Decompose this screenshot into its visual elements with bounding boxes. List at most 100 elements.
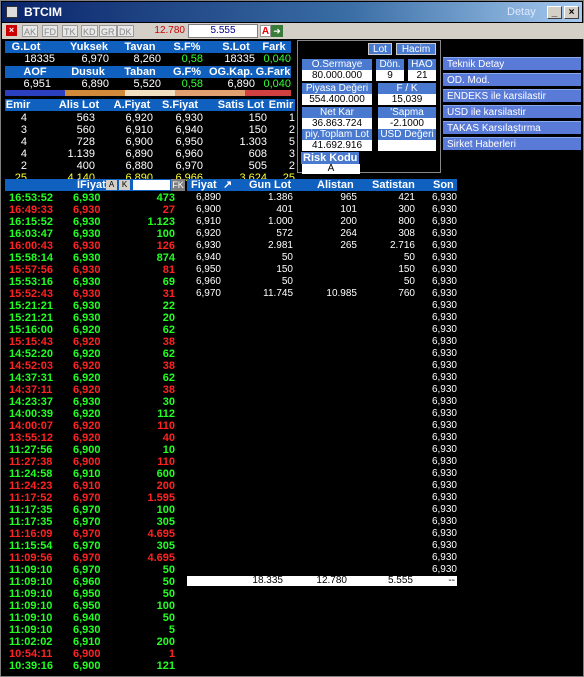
- trade-row[interactable]: 15:15:43 6,920 38: [5, 336, 185, 348]
- trade-row[interactable]: 15:53:16 6,930 69: [5, 276, 185, 288]
- trade-price: 6,930: [73, 216, 101, 228]
- trades-filter-k[interactable]: K: [119, 180, 130, 190]
- price-depth-header: Fiyat ↗ Gun Lot Alistan Satistan Son: [187, 179, 457, 191]
- trade-row[interactable]: 16:03:47 6,930 100: [5, 228, 185, 240]
- menu-od-mod[interactable]: OD. Mod.: [443, 73, 581, 86]
- price-depth-row[interactable]: 6,950 150 150 6,930: [187, 264, 457, 276]
- hdr-dusuk: Dusuk: [71, 66, 105, 78]
- tab-fd[interactable]: FD: [42, 25, 58, 37]
- trade-time: 11:17:35: [9, 516, 53, 528]
- trade-row[interactable]: 16:00:43 6,930 126: [5, 240, 185, 252]
- hacim-button[interactable]: Hacim: [396, 43, 436, 55]
- close-icon[interactable]: ×: [564, 6, 579, 19]
- trade-price: 6,970: [73, 528, 101, 540]
- price-depth-row[interactable]: 6,920 572 264 308 6,930: [187, 228, 457, 240]
- tab-ak[interactable]: AK: [22, 25, 39, 37]
- price-depth-row[interactable]: 6,960 50 50 6,930: [187, 276, 457, 288]
- trade-row[interactable]: 15:58:14 6,930 874: [5, 252, 185, 264]
- trade-row[interactable]: 11:27:56 6,900 10: [5, 444, 185, 456]
- trade-row[interactable]: 15:16:00 6,920 62: [5, 324, 185, 336]
- trade-row[interactable]: 11:09:10 6,930 5: [5, 624, 185, 636]
- title-bar[interactable]: BTCIM Detay _ ×: [2, 2, 582, 22]
- trade-row[interactable]: 11:09:10 6,950 50: [5, 588, 185, 600]
- total-son: --: [448, 575, 455, 586]
- price-depth-row[interactable]: 6,910 1.000 200 800 6,930: [187, 216, 457, 228]
- trade-row[interactable]: 14:52:20 6,920 62: [5, 348, 185, 360]
- trade-row[interactable]: 16:53:52 6,930 473: [5, 192, 185, 204]
- val-dusuk: 6,890: [81, 78, 109, 90]
- trade-row[interactable]: 11:15:54 6,970 305: [5, 540, 185, 552]
- trade-row[interactable]: 11:09:56 6,970 4.695: [5, 552, 185, 564]
- menu-endeks[interactable]: ENDEKS ile karsilastir: [443, 89, 581, 102]
- trade-row[interactable]: 10:54:11 6,900 1: [5, 648, 185, 660]
- trade-row[interactable]: 14:00:07 6,920 110: [5, 420, 185, 432]
- price-depth-cell: 760: [398, 288, 415, 299]
- trade-row[interactable]: 14:00:39 6,920 112: [5, 408, 185, 420]
- depth-top-cell: 6,950: [175, 136, 203, 148]
- trade-row[interactable]: 14:37:11 6,920 38: [5, 384, 185, 396]
- price-depth-row[interactable]: 6,970 11.745 10.985 760 6,930: [187, 288, 457, 300]
- toplam-label: piy.Toplam Lot: [302, 129, 372, 140]
- alert-button[interactable]: A: [260, 25, 271, 37]
- price-depth-cell: 800: [398, 216, 415, 227]
- trade-lot: 305: [156, 516, 175, 528]
- trade-row[interactable]: 11:17:52 6,970 1.595: [5, 492, 185, 504]
- trade-row[interactable]: 11:16:09 6,970 4.695: [5, 528, 185, 540]
- tab-tk[interactable]: TK: [62, 25, 78, 37]
- trade-row[interactable]: 13:55:12 6,920 40: [5, 432, 185, 444]
- trade-row[interactable]: 15:21:21 6,930 20: [5, 312, 185, 324]
- price-depth-cell: 265: [340, 240, 357, 251]
- go-arrow-icon[interactable]: ➜: [271, 25, 283, 37]
- menu-takas[interactable]: TAKAS Karsılaştırma: [443, 121, 581, 134]
- tab-dk[interactable]: DK: [117, 25, 134, 37]
- trade-row[interactable]: 15:52:43 6,930 31: [5, 288, 185, 300]
- trade-row[interactable]: 11:09:10 6,950 100: [5, 600, 185, 612]
- price-depth-row[interactable]: 6,890 1.386 965 421 6,930: [187, 192, 457, 204]
- netkar-value: 36.863.724: [302, 118, 372, 129]
- tab-kd[interactable]: KD: [81, 25, 98, 37]
- trade-row[interactable]: 11:02:02 6,910 200: [5, 636, 185, 648]
- son-cell: 6,930: [431, 492, 457, 503]
- lot-button[interactable]: Lot: [368, 43, 392, 55]
- trade-price: 6,930: [73, 288, 101, 300]
- trade-row[interactable]: 14:52:03 6,920 38: [5, 360, 185, 372]
- trade-row[interactable]: 15:21:21 6,930 22: [5, 300, 185, 312]
- piyasa-label: Piyasa Değeri: [302, 83, 372, 94]
- trade-row[interactable]: 11:09:10 6,970 50: [5, 564, 185, 576]
- trade-row[interactable]: 14:23:37 6,930 30: [5, 396, 185, 408]
- trades-filter-a[interactable]: A: [106, 180, 117, 190]
- price-depth-row[interactable]: 6,930 2.981 265 2.716 6,930: [187, 240, 457, 252]
- hdr-fiyat[interactable]: Fiyat: [191, 179, 217, 191]
- toplam-value: 41.692.916: [302, 140, 372, 151]
- son-cell: 6,930: [431, 540, 457, 551]
- trade-price: 6,920: [73, 420, 101, 432]
- price-depth-cell: 6,910: [195, 216, 221, 227]
- trade-row[interactable]: 10:39:16 6,900 121: [5, 660, 185, 672]
- trade-time: 14:37:31: [9, 372, 54, 384]
- quantity-field[interactable]: 5.555: [188, 24, 258, 38]
- tab-gr[interactable]: GR: [99, 25, 117, 37]
- trade-row[interactable]: 11:17:35 6,970 100: [5, 504, 185, 516]
- price-depth-row[interactable]: 6,900 401 101 300 6,930: [187, 204, 457, 216]
- trades-filter-input[interactable]: [133, 180, 170, 190]
- price-depth-row[interactable]: 6,940 50 50 6,930: [187, 252, 457, 264]
- menu-teknik-detay[interactable]: Teknik Detay: [443, 57, 581, 70]
- trade-price: 6,930: [73, 396, 101, 408]
- trade-row[interactable]: 16:49:33 6,930 27: [5, 204, 185, 216]
- trade-row[interactable]: 11:24:58 6,910 600: [5, 468, 185, 480]
- trade-row[interactable]: 11:09:10 6,960 50: [5, 576, 185, 588]
- trade-lot: 31: [162, 288, 175, 300]
- trade-row[interactable]: 15:57:56 6,930 81: [5, 264, 185, 276]
- trade-row[interactable]: 11:27:38 6,900 110: [5, 456, 185, 468]
- menu-usd[interactable]: USD ile karsilastir: [443, 105, 581, 118]
- trade-row[interactable]: 11:24:23 6,910 200: [5, 480, 185, 492]
- son-cell: 6,930: [431, 528, 457, 539]
- menu-sirket-haberleri[interactable]: Sirket Haberleri: [443, 137, 581, 150]
- trade-row[interactable]: 14:37:31 6,920 62: [5, 372, 185, 384]
- trades-fk-button[interactable]: FK: [171, 179, 185, 191]
- trade-row[interactable]: 16:15:52 6,930 1.123: [5, 216, 185, 228]
- trade-row[interactable]: 11:17:35 6,970 305: [5, 516, 185, 528]
- minimize-icon[interactable]: _: [547, 6, 562, 19]
- close-panel-icon[interactable]: ×: [6, 25, 17, 36]
- trade-row[interactable]: 11:09:10 6,940 50: [5, 612, 185, 624]
